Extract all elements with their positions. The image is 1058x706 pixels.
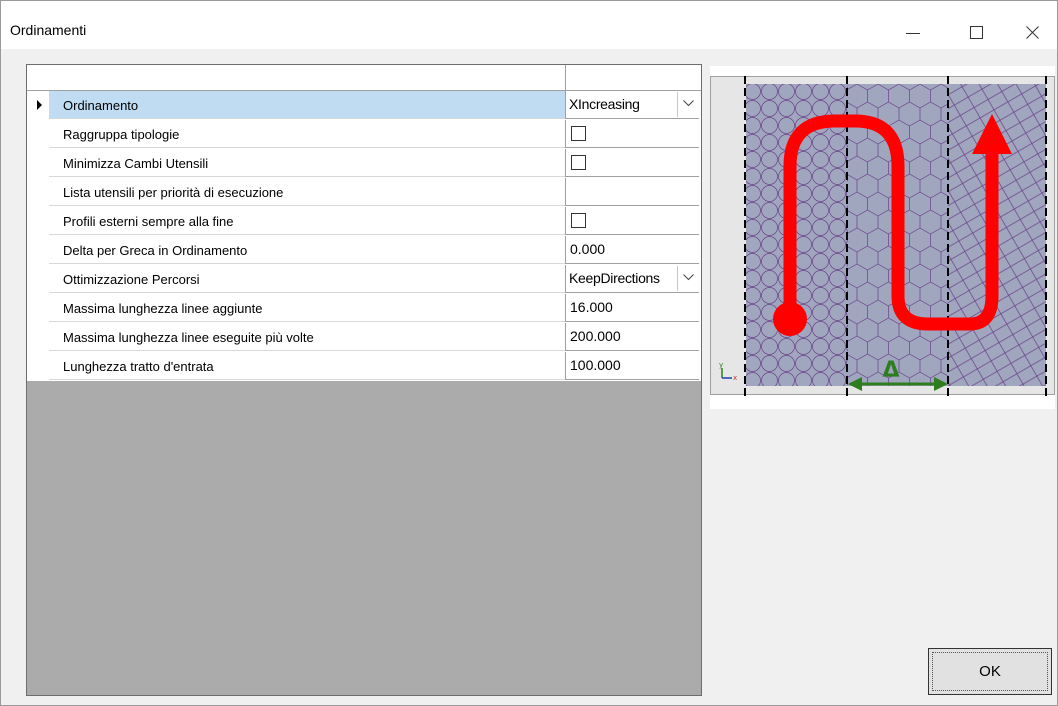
axis-y-label: y (719, 361, 723, 369)
row-selector[interactable] (27, 294, 49, 323)
lunghezza-tratto-entrata-value[interactable]: 100.000 (570, 357, 621, 373)
grid-row-delta-greca[interactable]: Delta per Greca in Ordinamento 0.000 (27, 236, 701, 265)
property-name: Raggruppa tipologie (49, 120, 565, 148)
dropdown-button[interactable] (677, 266, 699, 291)
grid-header (27, 65, 701, 91)
chevron-down-icon (683, 274, 694, 281)
ottimizzazione-percorsi-combobox[interactable]: KeepDirections (567, 266, 699, 291)
property-name: Massima lunghezza linee aggiunte (49, 294, 565, 322)
property-grid: Ordinamento XIncreasing Raggruppa tipolo… (26, 64, 702, 696)
property-value-cell[interactable]: 100.000 (565, 352, 699, 380)
property-name: Massima lunghezza linee eseguite più vol… (49, 323, 565, 351)
grid-row-massima-lunghezza-aggiunte[interactable]: Massima lunghezza linee aggiunte 16.000 (27, 294, 701, 323)
row-selector[interactable] (27, 352, 49, 381)
property-name: Lista utensili per priorità di esecuzion… (49, 178, 565, 206)
property-value-cell[interactable] (565, 120, 699, 148)
minimize-button[interactable] (890, 15, 936, 49)
property-value-cell[interactable] (565, 149, 699, 177)
row-selector[interactable] (27, 323, 49, 352)
close-icon (1026, 26, 1039, 39)
grid-row-lista-utensili[interactable]: Lista utensili per priorità di esecuzion… (27, 178, 701, 207)
row-selector[interactable] (27, 236, 49, 265)
property-value-cell[interactable]: 200.000 (565, 323, 699, 351)
grid-row-profili-esterni[interactable]: Profili esterni sempre alla fine (27, 207, 701, 236)
grid-row-minimizza-cambi-utensili[interactable]: Minimizza Cambi Utensili (27, 149, 701, 178)
property-value-cell[interactable] (565, 178, 699, 206)
column-splitter[interactable] (565, 65, 566, 90)
delta-greca-value[interactable]: 0.000 (570, 241, 605, 257)
maximize-button[interactable] (954, 15, 1000, 49)
minimizza-cambi-utensili-checkbox[interactable] (571, 155, 586, 170)
dialog-window: Ordinamenti Ordinamento XIncreasing Ragg… (0, 0, 1058, 706)
row-selector[interactable] (27, 178, 49, 207)
ordinamento-combobox[interactable]: XIncreasing (567, 92, 699, 117)
row-selector[interactable] (27, 265, 49, 294)
property-value-cell[interactable] (565, 207, 699, 235)
property-name: Minimizza Cambi Utensili (49, 149, 565, 177)
raggruppa-tipologie-checkbox[interactable] (571, 126, 586, 141)
row-selector[interactable] (27, 120, 49, 149)
path-start-dot (773, 302, 807, 336)
massima-lunghezza-aggiunte-value[interactable]: 16.000 (570, 299, 613, 315)
property-name: Profili esterni sempre alla fine (49, 207, 565, 235)
property-value-cell[interactable]: KeepDirections (565, 265, 699, 293)
row-pointer-icon (37, 100, 42, 110)
massima-lunghezza-eseguite-value[interactable]: 200.000 (570, 328, 621, 344)
property-name: Ordinamento (49, 91, 565, 119)
window-title: Ordinamenti (10, 22, 87, 38)
row-selector[interactable] (27, 207, 49, 236)
grid-row-lunghezza-tratto-entrata[interactable]: Lunghezza tratto d'entrata 100.000 (27, 352, 701, 381)
property-value-cell[interactable]: 0.000 (565, 236, 699, 264)
grid-row-ordinamento[interactable]: Ordinamento XIncreasing (27, 91, 701, 120)
property-value-cell[interactable]: XIncreasing (565, 91, 699, 119)
row-selector[interactable] (27, 91, 49, 120)
grid-row-massima-lunghezza-eseguite[interactable]: Massima lunghezza linee eseguite più vol… (27, 323, 701, 352)
chevron-down-icon (683, 100, 694, 107)
row-selector[interactable] (27, 149, 49, 178)
profili-esterni-checkbox[interactable] (571, 213, 586, 228)
dropdown-button[interactable] (677, 92, 699, 117)
property-name: Ottimizzazione Percorsi (49, 265, 565, 293)
minimize-icon (906, 33, 920, 34)
property-name: Lunghezza tratto d'entrata (49, 352, 565, 380)
maximize-icon (970, 26, 983, 39)
axis-x-label: x (733, 374, 737, 382)
delta-symbol: Δ (882, 358, 899, 383)
property-name: Delta per Greca in Ordinamento (49, 236, 565, 264)
ordering-diagram: Δ y x (710, 76, 1055, 396)
combobox-value: KeepDirections (569, 270, 660, 286)
ok-button[interactable]: OK (928, 648, 1052, 695)
property-value-cell[interactable]: 16.000 (565, 294, 699, 322)
grid-row-raggruppa-tipologie[interactable]: Raggruppa tipologie (27, 120, 701, 149)
combobox-value: XIncreasing (569, 96, 640, 112)
title-bar: Ordinamenti (1, 1, 1057, 49)
grid-row-ottimizzazione-percorsi[interactable]: Ottimizzazione Percorsi KeepDirections (27, 265, 701, 294)
close-button[interactable] (1010, 15, 1056, 49)
ordering-illustration: Δ y x (710, 66, 1055, 409)
